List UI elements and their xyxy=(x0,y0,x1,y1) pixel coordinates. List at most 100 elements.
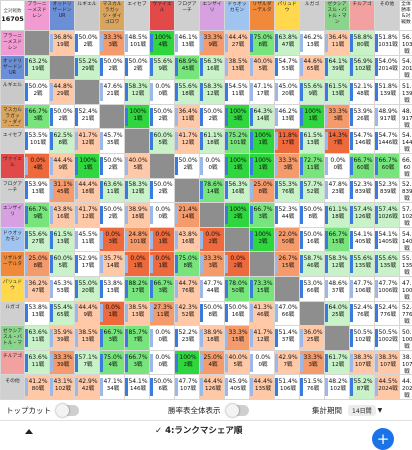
matchup-cell[interactable]: 51.8%1031戦 xyxy=(375,31,400,56)
matchup-cell[interactable]: 50.5%1002戦 xyxy=(375,326,400,351)
matchup-cell[interactable]: 54.7%53戦 xyxy=(275,55,300,80)
matchup-cell[interactable]: 64.0%25戦 xyxy=(325,301,350,326)
matchup-cell[interactable]: 64.3%14戦 xyxy=(250,104,275,129)
matchup-cell[interactable]: 63.2%19戦 xyxy=(25,55,50,80)
matchup-cell[interactable]: 55.6%18戦 xyxy=(175,80,200,105)
matchup-cell[interactable]: 47.7%1006戦 xyxy=(375,276,400,301)
matchup-cell[interactable]: 55.6%9戦 xyxy=(150,55,175,80)
matchup-cell[interactable]: 55.2%87戦 xyxy=(350,375,375,400)
row-header[interactable]: チルアゴ xyxy=(1,350,25,375)
matchup-cell[interactable]: 50.0%2戦 xyxy=(75,31,100,56)
matchup-cell[interactable]: 54.5%11戦 xyxy=(225,80,250,105)
matchup-cell[interactable]: 36.2%47戦 xyxy=(25,276,50,301)
row-header[interactable]: エンザイリ xyxy=(1,203,25,228)
matchup-cell[interactable]: 52.1%48戦 xyxy=(350,80,375,105)
matchup-cell[interactable]: 100%1戦 xyxy=(250,129,275,154)
matchup-cell[interactable]: 50.0%2戦 xyxy=(150,178,175,203)
matchup-cell[interactable]: 38.5%13戦 xyxy=(125,301,150,326)
matchup-cell[interactable]: 88.2%17戦 xyxy=(125,276,150,301)
matchup-cell[interactable]: 58.3%12戦 xyxy=(200,80,225,105)
matchup-cell[interactable]: 44.6%65戦 xyxy=(300,55,325,80)
matchup-cell[interactable]: 25.0%8戦 xyxy=(25,252,50,277)
matchup-cell[interactable]: 38.5%13戦 xyxy=(75,326,100,351)
column-header[interactable]: その他 xyxy=(375,1,400,31)
matchup-cell[interactable]: 50.0%2戦 xyxy=(50,104,75,129)
matchup-cell[interactable]: 100%3戦 xyxy=(225,104,250,129)
column-header[interactable]: オッドリザードンUR xyxy=(50,1,75,31)
matchup-cell[interactable]: 50.0%2戦 xyxy=(175,153,200,178)
matchup-cell[interactable]: 22.0%50戦 xyxy=(275,227,300,252)
matchup-cell[interactable]: 50.5%102戦 xyxy=(350,326,375,351)
matchup-cell[interactable]: 75.0%8戦 xyxy=(250,31,275,56)
matchup-cell[interactable]: 53.9%13戦 xyxy=(25,178,50,203)
matchup-cell[interactable]: 50.0%2戦 xyxy=(150,104,175,129)
matchup-cell[interactable]: 43.1%102戦 xyxy=(50,375,75,400)
matchup-cell[interactable]: 35.9%39戦 xyxy=(50,326,75,351)
matchup-cell[interactable]: 63.6%11戦 xyxy=(25,326,50,351)
matchup-cell[interactable]: 38.9%18戦 xyxy=(200,326,225,351)
matchup-cell[interactable]: 73.3%15戦 xyxy=(250,276,275,301)
matchup-cell[interactable]: 63.8%47戦 xyxy=(275,31,300,56)
matchup-cell[interactable]: 33.3%39戦 xyxy=(50,350,75,375)
column-header[interactable]: フログアーチ xyxy=(175,1,200,31)
matchup-cell[interactable]: 0.0%0戦 xyxy=(325,153,350,178)
matchup-cell[interactable]: 45.0%20戦 xyxy=(275,80,300,105)
matchup-cell[interactable]: 100%2戦 xyxy=(175,350,200,375)
matchup-cell[interactable]: 54.1%405戦 xyxy=(350,227,375,252)
matchup-cell[interactable]: 54.1%1405戦 xyxy=(375,227,400,252)
matchup-cell[interactable]: 53.8%13戦 xyxy=(25,301,50,326)
matchup-cell[interactable]: 55.6%135戦 xyxy=(375,252,400,277)
matchup-cell[interactable]: 57.7%52戦 xyxy=(300,178,325,203)
matchup-cell[interactable]: 60.0%5戦 xyxy=(150,129,175,154)
matchup-cell[interactable]: 50.0%2戦 xyxy=(100,55,125,80)
matchup-cell[interactable]: 44.4%18戦 xyxy=(75,178,100,203)
matchup-cell[interactable]: 50.0%8戦 xyxy=(200,301,225,326)
column-header[interactable]: ルガゴ xyxy=(300,1,325,31)
matchup-cell[interactable]: 42.9%7戦 xyxy=(275,350,300,375)
column-header[interactable]: エンザイリ xyxy=(200,1,225,31)
matchup-cell[interactable]: 51.4%106戦 xyxy=(275,375,300,400)
matchup-cell[interactable]: 24.8%101戦 xyxy=(125,227,150,252)
matchup-cell[interactable]: 100%1戦 xyxy=(125,104,150,129)
matchup-cell[interactable]: 56.3%16戦 xyxy=(225,178,250,203)
matchup-cell[interactable]: 53.5%101戦 xyxy=(25,129,50,154)
matchup-cell[interactable]: 63.6%11戦 xyxy=(100,178,125,203)
matchup-cell[interactable]: 41.7%12戦 xyxy=(175,129,200,154)
column-header[interactable]: ゼクシアスル・バトル・マン xyxy=(325,1,350,31)
matchup-cell[interactable]: 44.4%135戦 xyxy=(250,375,275,400)
matchup-cell[interactable]: 47.7%44戦 xyxy=(200,276,225,301)
column-header[interactable]: パリュドウ xyxy=(275,1,300,31)
matchup-cell[interactable]: 44.7%76戦 xyxy=(175,276,200,301)
matchup-cell[interactable]: 27.3%11戦 xyxy=(150,301,175,326)
matchup-cell[interactable]: 11.8%17戦 xyxy=(275,129,300,154)
mirror-cell[interactable] xyxy=(225,227,250,252)
matchup-cell[interactable]: 47.7%107戦 xyxy=(175,375,200,400)
matchup-cell[interactable]: 0.0%0戦 xyxy=(250,350,275,375)
row-header[interactable]: オッドリザードンUR xyxy=(1,55,25,80)
matchup-cell[interactable]: 26.7%15戦 xyxy=(275,252,300,277)
matchup-cell[interactable]: 35.7%14戦 xyxy=(100,252,125,277)
matchup-cell[interactable]: 40.0%5戦 xyxy=(225,350,250,375)
matchup-cell[interactable]: 55.2%29戦 xyxy=(75,55,100,80)
mirror-cell[interactable] xyxy=(275,276,300,301)
matchup-cell[interactable]: 66.7%60戦 xyxy=(375,153,400,178)
matchup-cell[interactable]: 54.7%1446戦 xyxy=(375,129,400,154)
matchup-cell[interactable]: 45.9%405戦 xyxy=(225,375,250,400)
matchup-cell[interactable]: 47.0%66戦 xyxy=(275,301,300,326)
row-header[interactable]: リザルダーデルタ xyxy=(1,252,25,277)
matchup-cell[interactable]: 31.1%45戦 xyxy=(50,178,75,203)
matchup-cell[interactable]: 58.7%46戦 xyxy=(300,252,325,277)
matchup-cell[interactable]: 52.3%44戦 xyxy=(275,203,300,228)
matchup-cell[interactable]: 51.4%37戦 xyxy=(275,326,300,351)
sort-order-label[interactable]: ✓ 4:ランクマシェア順 xyxy=(155,424,242,436)
column-header[interactable]: マスカルラガッツ・ダイゴロワ xyxy=(100,1,125,31)
matchup-cell[interactable]: 0.0%0戦 xyxy=(150,80,175,105)
matchup-cell[interactable]: 33.3%3戦 xyxy=(275,153,300,178)
matchup-cell[interactable]: 58.3%12戦 xyxy=(325,252,350,277)
matchup-cell[interactable]: 0.0%0戦 xyxy=(150,350,175,375)
row-header[interactable]: マスカルラガッツ・ダイゴロワ xyxy=(1,104,25,129)
matchup-cell[interactable]: 50.0%2戦 xyxy=(100,203,125,228)
matchup-cell[interactable]: 55.0%20戦 xyxy=(75,276,100,301)
matchup-cell[interactable]: 58.8%80戦 xyxy=(350,31,375,56)
matchup-cell[interactable]: 57.4%126戦 xyxy=(350,203,375,228)
